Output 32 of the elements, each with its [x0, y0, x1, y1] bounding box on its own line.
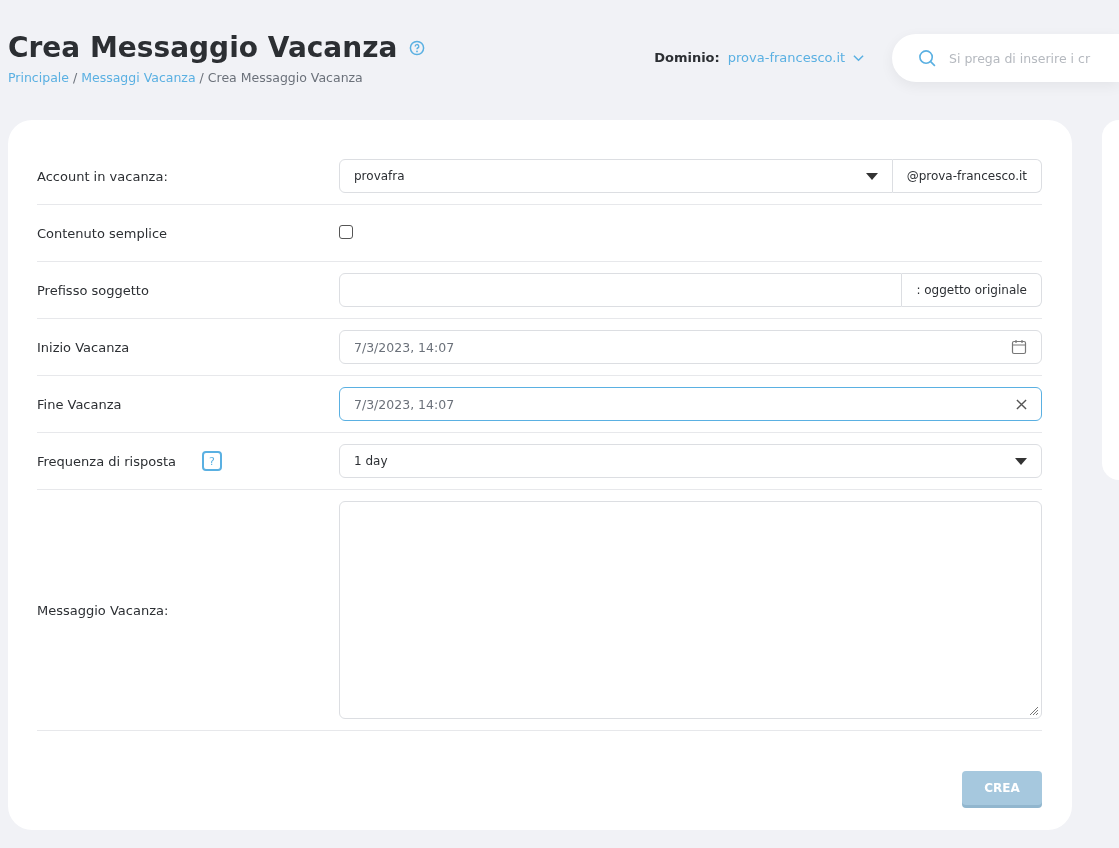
subject-addon: : oggetto originale: [902, 273, 1042, 307]
clear-icon[interactable]: [1016, 398, 1027, 410]
date-field[interactable]: 7/3/2023, 14:07: [339, 387, 1042, 421]
date-field[interactable]: 7/3/2023, 14:07: [339, 330, 1042, 364]
domain-dropdown[interactable]: prova-francesco.it: [727, 50, 865, 65]
resize-grip-icon[interactable]: [1027, 704, 1039, 716]
page-title: Crea Messaggio Vacanza: [8, 30, 398, 66]
field-label: Account in vacanza:: [37, 168, 168, 184]
help-button[interactable]: ?: [202, 451, 222, 471]
select-field[interactable]: provafra: [339, 159, 893, 193]
caret-icon: [1015, 457, 1027, 465]
chevron-down-icon: [853, 53, 865, 62]
breadcrumb-link[interactable]: Messaggi Vacanza: [81, 70, 196, 85]
breadcrumb-link[interactable]: Principale: [8, 70, 69, 85]
calendar-icon[interactable]: [1011, 339, 1027, 355]
select-field[interactable]: 1 day: [339, 444, 1042, 478]
domain-label: Dominio:: [654, 50, 720, 65]
domain-addon: @prova-francesco.it: [892, 159, 1042, 193]
field-label: Prefisso soggetto: [37, 282, 149, 298]
field-label: Fine Vacanza: [37, 396, 122, 412]
field-label: Inizio Vacanza: [37, 339, 130, 355]
search-icon: [918, 48, 937, 68]
search-field[interactable]: Si prega di inserire i cr: [949, 50, 1119, 66]
checkbox[interactable]: [339, 224, 353, 239]
caret-icon: [865, 172, 878, 180]
breadcrumb-separator: /: [199, 70, 204, 85]
field-label: Frequenza di risposta: [37, 453, 176, 469]
breadcrumb-current: Crea Messaggio Vacanza: [207, 70, 363, 85]
breadcrumb-separator: /: [72, 70, 78, 85]
field-label: Contenuto semplice: [37, 225, 168, 241]
input-field[interactable]: [339, 273, 903, 307]
field-label: Messaggio Vacanza:: [37, 602, 169, 618]
